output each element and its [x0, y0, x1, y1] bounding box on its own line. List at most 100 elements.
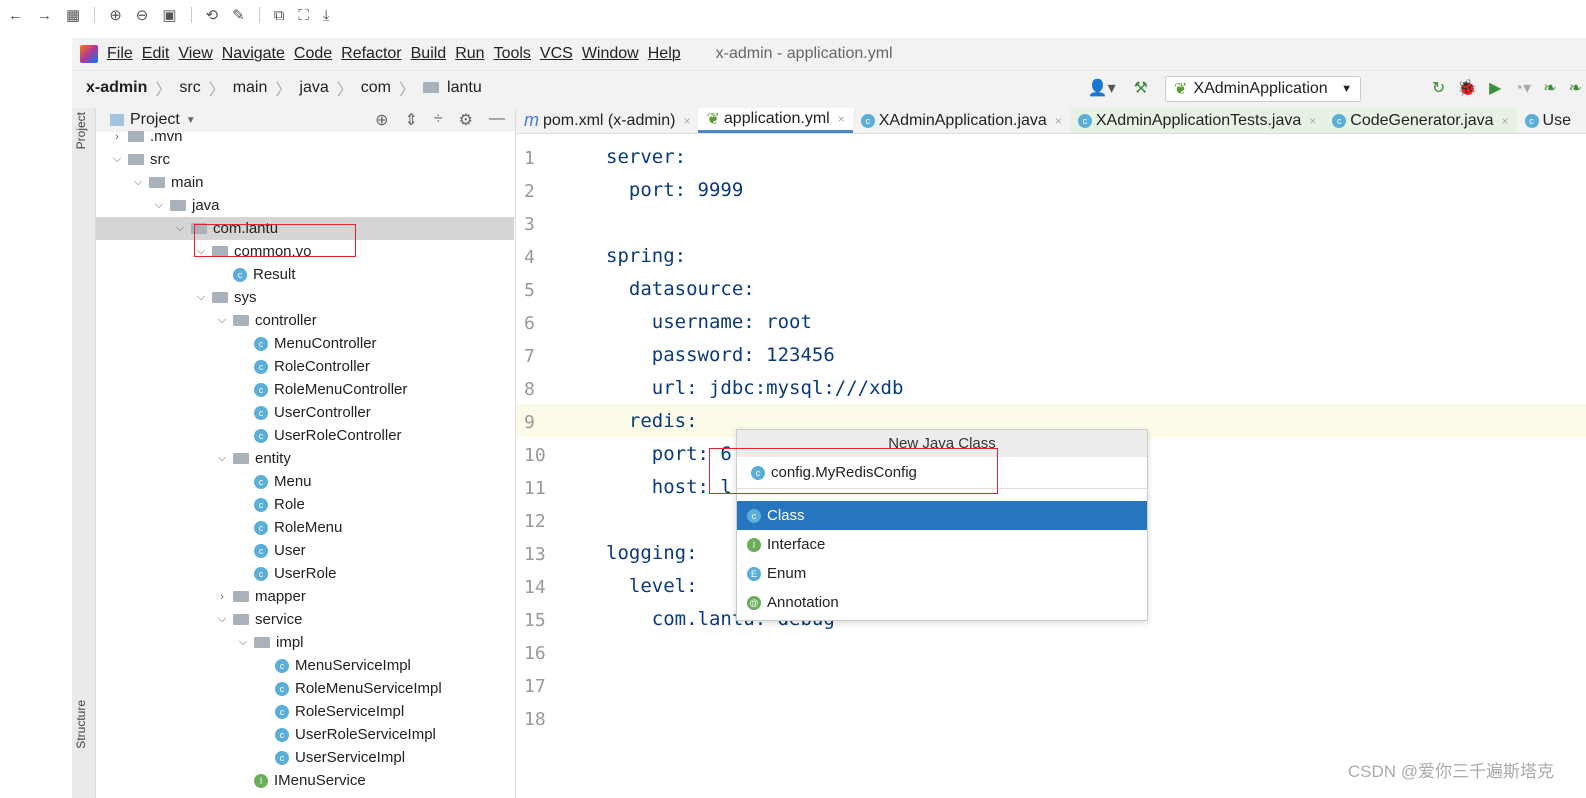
chevron-down-icon: ⌵ — [154, 199, 164, 211]
download-icon[interactable]: ⤓ — [323, 7, 330, 24]
menu-edit[interactable]: Edit — [142, 45, 170, 63]
breadcrumb-item[interactable]: com — [361, 79, 391, 97]
debug-icon[interactable]: 🐞 — [1457, 78, 1477, 98]
rotate-icon[interactable]: ⟲ — [206, 6, 219, 24]
tree-item[interactable]: ⌵ main — [96, 171, 514, 194]
tree-item[interactable]: I IMenuService — [96, 769, 514, 792]
menu-navigate[interactable]: Navigate — [222, 45, 285, 63]
option-interface[interactable]: I Interface — [737, 530, 1147, 559]
run-config-select[interactable]: ❦ XAdminApplication ▼ — [1165, 76, 1361, 102]
tree-item[interactable]: c User — [96, 539, 514, 562]
edit-icon[interactable]: ✎ — [232, 6, 245, 24]
grid-icon[interactable]: ▦ — [66, 6, 80, 24]
tree-item[interactable]: ⌵ entity — [96, 447, 514, 470]
option-annotation[interactable]: @ Annotation — [737, 588, 1147, 617]
breadcrumb-item[interactable]: main — [233, 79, 268, 97]
folder-icon — [233, 591, 249, 602]
line-number: 13 — [524, 544, 546, 565]
spring-debug-icon[interactable]: ❧ — [1569, 78, 1582, 98]
menu-view[interactable]: View — [178, 45, 212, 63]
line-number: 9 — [524, 412, 535, 433]
close-icon[interactable]: × — [1502, 114, 1509, 128]
tree-item[interactable]: ⌵ java — [96, 194, 514, 217]
class-icon: c — [275, 658, 289, 673]
tree-item[interactable]: c RoleController — [96, 355, 514, 378]
menu-refactor[interactable]: Refactor — [341, 45, 401, 63]
tab-codegenerator-java[interactable]: c CodeGenerator.java × — [1324, 108, 1517, 133]
menu-code[interactable]: Code — [294, 45, 332, 63]
project-tool-tab[interactable]: Project — [74, 112, 88, 149]
close-icon[interactable]: × — [838, 112, 845, 126]
tree-item[interactable]: c UserController — [96, 401, 514, 424]
menu-file[interactable]: File — [107, 45, 133, 63]
tree-item[interactable]: c MenuServiceImpl — [96, 654, 514, 677]
tab-xadminapplication-java[interactable]: c XAdminApplication.java × — [853, 108, 1070, 133]
tree-item[interactable]: c RoleMenuServiceImpl — [96, 677, 514, 700]
breadcrumb-item[interactable]: src — [179, 79, 200, 97]
menu-build[interactable]: Build — [411, 45, 447, 63]
line-number: 11 — [524, 478, 546, 499]
tree-item-label: controller — [255, 312, 317, 329]
profile-icon[interactable]: ◔▾ — [1513, 78, 1531, 98]
option-label: Annotation — [767, 594, 839, 611]
option-class[interactable]: c Class — [737, 501, 1147, 530]
screenshot-icon[interactable]: ⛶ — [298, 7, 309, 24]
option-enum[interactable]: E Enum — [737, 559, 1147, 588]
tree-item[interactable]: c Menu — [96, 470, 514, 493]
tree-item[interactable]: c RoleMenuController — [96, 378, 514, 401]
zoom-in-icon[interactable]: ⊕ — [109, 6, 122, 24]
actual-size-icon[interactable]: ▣ — [162, 6, 176, 24]
tree-item[interactable]: c UserServiceImpl — [96, 746, 514, 769]
tree-item[interactable]: ⌵ controller — [96, 309, 514, 332]
tool-window-strip: Project Structure — [72, 108, 96, 798]
tree-item[interactable]: c RoleServiceImpl — [96, 700, 514, 723]
chevron-down-icon[interactable]: ▼ — [186, 115, 196, 126]
menu-run[interactable]: Run — [455, 45, 484, 63]
forward-icon[interactable]: → — [37, 7, 52, 24]
rerun-icon[interactable]: ↻ — [1432, 78, 1445, 98]
close-icon[interactable]: × — [1055, 114, 1062, 128]
divider — [190, 7, 192, 23]
tab-xadminapplicationtests-java[interactable]: c XAdminApplicationTests.java × — [1069, 108, 1325, 133]
tree-item[interactable]: c UserRoleServiceImpl — [96, 723, 514, 746]
tree-item[interactable]: c RoleMenu — [96, 516, 514, 539]
close-icon[interactable]: × — [1309, 114, 1316, 128]
code-line: url: jdbc:mysql:///xdb — [606, 377, 904, 399]
menu-tools[interactable]: Tools — [494, 45, 531, 63]
tree-item[interactable]: c MenuController — [96, 332, 514, 355]
tree-item[interactable]: ⌵ sys — [96, 286, 514, 309]
tree-item[interactable]: › mapper — [96, 585, 514, 608]
menu-window[interactable]: Window — [582, 45, 639, 63]
breadcrumb-item[interactable]: x-admin — [86, 79, 147, 97]
coverage-icon[interactable]: ▶ — [1489, 78, 1501, 98]
tab-application-yml[interactable]: ❦ application.yml × — [698, 108, 853, 133]
tree-item[interactable]: › .mvn — [96, 125, 514, 148]
menu-help[interactable]: Help — [648, 45, 681, 63]
tree-item[interactable]: c Role — [96, 493, 514, 516]
breadcrumb-item[interactable]: lantu — [447, 79, 482, 97]
menu-vcs[interactable]: VCS — [540, 45, 573, 63]
spring-run-icon[interactable]: ❧ — [1543, 78, 1556, 98]
structure-tool-tab[interactable]: Structure — [74, 700, 88, 749]
copy-text-icon[interactable]: ⧉ — [274, 7, 285, 24]
build-hammer-icon[interactable]: ⚒ — [1134, 78, 1148, 98]
tab-use[interactable]: c Use — [1517, 108, 1579, 133]
interface-icon: I — [747, 537, 761, 552]
tree-item[interactable]: ⌵ impl — [96, 631, 514, 654]
back-icon[interactable]: ← — [8, 7, 23, 24]
line-number: 1 — [524, 148, 535, 169]
close-icon[interactable]: × — [683, 114, 690, 128]
tree-item[interactable]: ⌵ src — [96, 148, 514, 171]
breadcrumb-item[interactable]: java — [299, 79, 328, 97]
tree-item[interactable]: c UserRole — [96, 562, 514, 585]
tab-pom-xml-x-admin-[interactable]: m pom.xml (x-admin) × — [516, 108, 698, 133]
zoom-out-icon[interactable]: ⊖ — [136, 6, 149, 24]
class-icon: c — [233, 267, 247, 282]
tree-item[interactable]: c UserRoleController — [96, 424, 514, 447]
tree-item[interactable]: c Result — [96, 263, 514, 286]
tree-item[interactable]: ⌵ service — [96, 608, 514, 631]
class-icon: c — [1524, 113, 1539, 128]
editor-tabs: m pom.xml (x-admin) × ❦ application.yml × c XAd… — [516, 108, 1586, 134]
user-icon[interactable]: 👤▾ — [1088, 78, 1116, 98]
tree-item-label: entity — [255, 450, 291, 467]
